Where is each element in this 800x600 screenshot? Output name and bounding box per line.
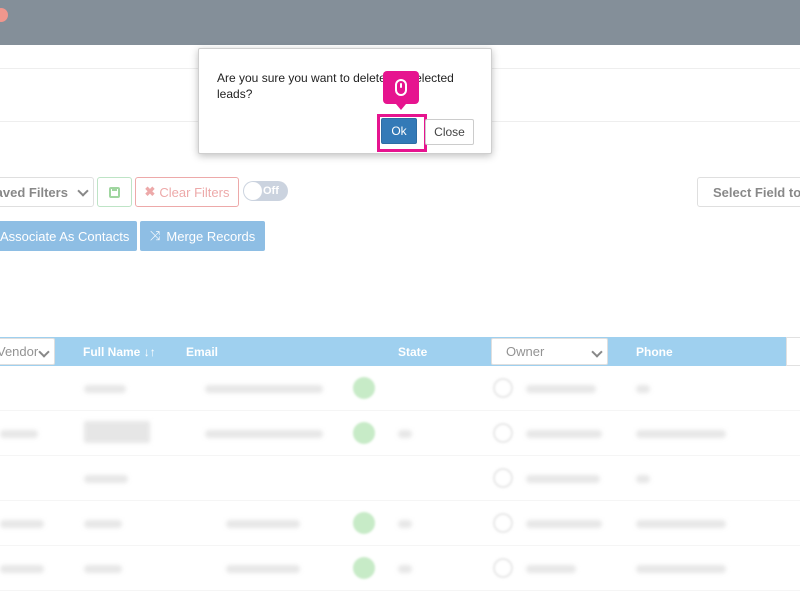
click-indicator-badge — [383, 71, 419, 110]
close-button[interactable]: Close — [425, 119, 474, 145]
dialog-message: Are you sure you want to delete the sele… — [217, 71, 454, 101]
ok-button-label: Ok — [391, 124, 407, 138]
close-button-label: Close — [434, 125, 465, 139]
ok-button[interactable]: Ok — [381, 118, 417, 144]
mouse-icon — [395, 79, 407, 96]
confirm-delete-dialog: Are you sure you want to delete the sele… — [198, 48, 492, 154]
